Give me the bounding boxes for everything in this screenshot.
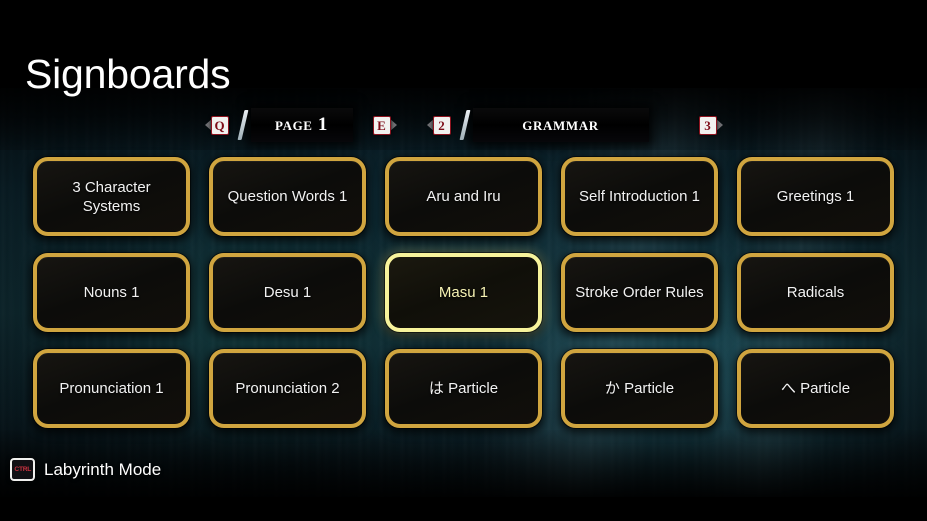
prev-page-key-hint[interactable]: Q [204,114,235,136]
key-cap: E [372,115,391,135]
navigation-strip: Q Page 1 E 2 Grammar [0,106,927,144]
signboard-tile-label: Nouns 1 [83,284,140,301]
signboard-tile[interactable]: Aru and Iru [385,157,542,236]
signboard-tile[interactable]: Radicals [737,253,894,332]
signboard-tile-label: Desu 1 [263,284,312,301]
signboard-tile-label: Radicals [786,284,845,301]
signboard-tile[interactable]: へ Particle [737,349,894,428]
nav-gap [649,125,693,126]
signboard-tile-label: Stroke Order Rules [575,284,704,301]
key-cap: Q [210,115,229,135]
labyrinth-mode-hint[interactable]: CTRL Labyrinth Mode [10,458,161,481]
signboard-tile[interactable]: Pronunciation 2 [209,349,366,428]
page-label: Page 1 [275,114,328,135]
next-page-key-hint[interactable]: E [367,114,397,136]
letterbox-bottom [0,497,927,521]
prev-section-key-label: 2 [438,117,445,133]
page-title: Signboards [25,51,231,98]
prev-section-key-hint[interactable]: 2 [426,114,457,136]
ctrl-key-icon: CTRL [10,458,35,481]
signboard-tile[interactable]: Question Words 1 [209,157,366,236]
game-screen: Signboards Q Page 1 E 2 [0,0,927,521]
signboard-tile[interactable]: 3 Character Systems [33,157,190,236]
signboard-tile-label: は Particle [428,380,499,397]
labyrinth-mode-label: Labyrinth Mode [44,459,162,479]
key-cap: 3 [698,115,717,135]
signboard-tile-label: Pronunciation 1 [59,380,164,397]
prev-page-key-label: Q [214,117,225,133]
signboard-tile[interactable]: は Particle [385,349,542,428]
signboard-tile[interactable]: Stroke Order Rules [561,253,718,332]
nav-gap [397,125,427,126]
separator-slash-page [235,108,251,142]
key-cap: 2 [432,115,451,135]
ctrl-key-label: CTRL [14,466,31,473]
signboard-tile[interactable]: Nouns 1 [33,253,190,332]
signboard-tile-grid: 3 Character Systems Question Words 1 Aru a… [33,157,894,428]
signboard-tile-label: へ Particle [780,380,851,397]
signboard-tile[interactable]: Masu 1 [385,253,542,332]
signboard-tile-label: Masu 1 [438,284,489,301]
signboard-tile-label: Question Words 1 [227,188,348,205]
separator-slash-section [457,108,473,142]
nav-gap [353,125,367,126]
signboard-tile-label: Greetings 1 [776,188,855,205]
signboard-tile[interactable]: か Particle [561,349,718,428]
signboard-tile[interactable]: Desu 1 [209,253,366,332]
signboard-tile-label: Aru and Iru [426,188,501,205]
next-page-key-label: E [377,117,386,133]
signboard-tile-label: Self Introduction 1 [579,188,700,205]
signboard-tile-label: 3 Character Systems [72,178,151,215]
signboard-tile[interactable]: Pronunciation 1 [33,349,190,428]
page-indicator: Page 1 [250,108,353,142]
signboard-tile[interactable]: Greetings 1 [737,157,894,236]
signboard-tile-label: か Particle [604,380,675,397]
next-section-key-label: 3 [704,117,711,133]
next-section-key-hint[interactable]: 3 [693,114,723,136]
signboard-tile-label: Pronunciation 2 [235,380,340,397]
section-indicator: Grammar [472,108,649,142]
section-label: Grammar [522,114,599,135]
signboard-tile[interactable]: Self Introduction 1 [561,157,718,236]
